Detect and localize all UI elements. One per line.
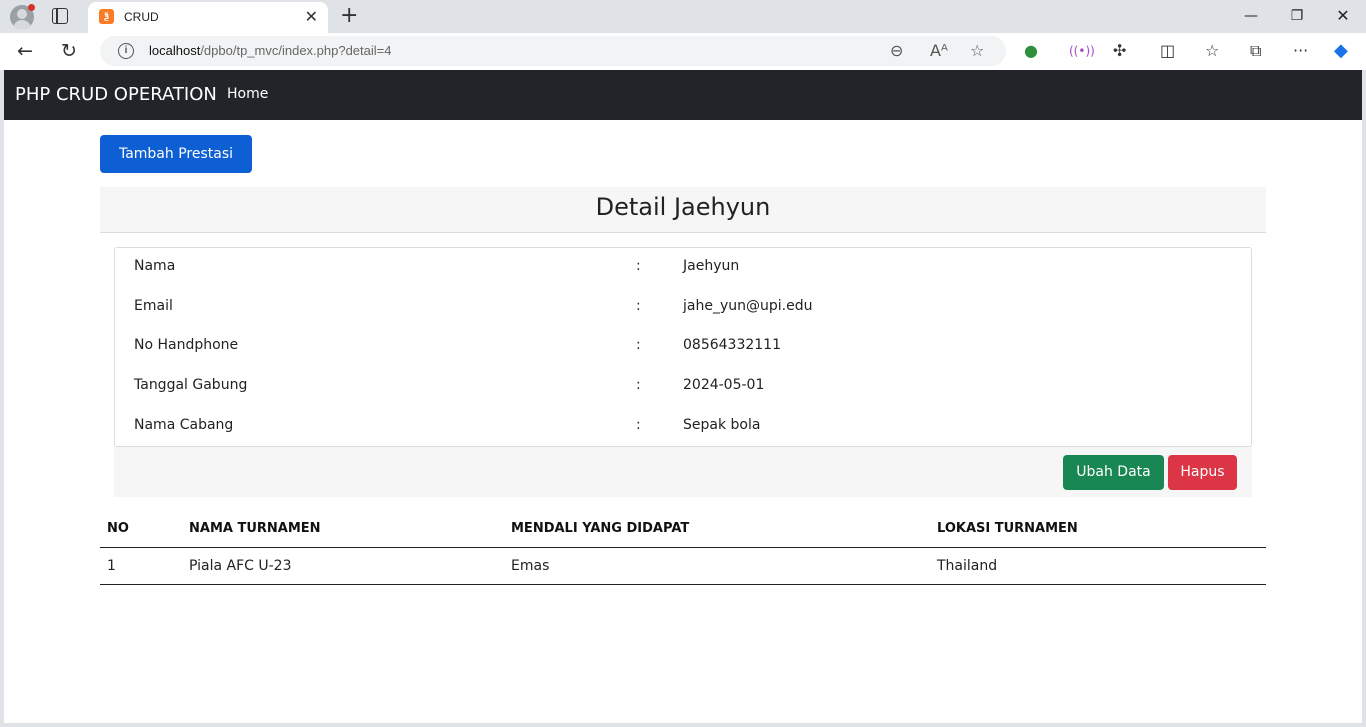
detail-label: No Handphone [134,337,239,353]
favorite-star-icon[interactable]: ☆ [970,40,984,62]
table-cell: Thailand [937,558,998,574]
detail-value: Sepak bola [683,417,761,433]
detail-value: 08564332111 [683,337,781,353]
detail-value: Jaehyun [683,258,740,274]
table-header-row: NO NAMA TURNAMEN MENDALI YANG DIDAPAT LO… [100,511,1266,548]
favorites-icon[interactable]: ☆ [1205,41,1219,61]
table-row: 1 Piala AFC U-23 Emas Thailand [100,548,1266,585]
back-icon[interactable]: ← [17,39,33,63]
detail-separator: : [636,258,641,274]
edit-data-button[interactable]: Ubah Data [1063,455,1164,490]
browser-tabstrip: ѯ CRUD ✕ + — ❐ ✕ [0,0,1366,33]
window-close-icon[interactable]: ✕ [1320,4,1366,28]
delete-button[interactable]: Hapus [1168,455,1237,490]
detail-value: 2024-05-01 [683,377,765,393]
address-bar[interactable]: i localhost/dpbo/tp_mvc/index.php?detail… [100,36,1006,66]
table-cell: 1 [107,558,116,574]
detail-value: jahe_yun@upi.edu [683,298,813,314]
column-header-medal: MENDALI YANG DIDAPAT [511,521,690,536]
detail-row-join-date: Tanggal Gabung : 2024-05-01 [115,367,1251,407]
extension-broadcast-icon[interactable]: ((•)) [1069,41,1095,61]
navbar-brand[interactable]: PHP CRUD OPERATION [15,84,217,105]
detail-card-header: Detail Jaehyun [100,187,1266,233]
table-cell: Piala AFC U-23 [189,558,292,574]
detail-label: Nama [134,258,176,274]
column-header-tournament: NAMA TURNAMEN [189,521,321,536]
zoom-out-icon[interactable]: ⊖ [890,40,903,62]
restore-icon[interactable]: ❐ [1274,4,1320,28]
page-viewport: PHP CRUD OPERATION Home Tambah Prestasi … [4,70,1362,723]
detail-separator: : [636,298,641,314]
nav-home-link[interactable]: Home [227,86,268,102]
xampp-favicon-icon: ѯ [99,9,114,24]
detail-separator: : [636,417,641,433]
table-cell: Emas [511,558,550,574]
detail-row-email: Email : jahe_yun@upi.edu [115,288,1251,328]
tab-actions-icon[interactable] [52,8,68,24]
page-title: Detail Jaehyun [595,193,771,221]
reload-icon[interactable]: ↻ [61,39,77,63]
split-screen-icon[interactable]: ◫ [1160,41,1175,61]
new-tab-icon[interactable]: + [340,3,358,29]
add-achievement-button[interactable]: Tambah Prestasi [100,135,252,173]
site-info-icon[interactable]: i [118,43,134,59]
copilot-icon[interactable]: ◆ [1334,41,1348,61]
detail-list: Nama : Jaehyun Email : jahe_yun@upi.edu … [114,247,1252,447]
tab-close-icon[interactable]: ✕ [305,7,318,27]
read-aloud-icon[interactable]: Aᴬ [930,40,948,62]
url-path: /dpbo/tp_mvc/index.php?detail=4 [200,43,392,58]
extension-globe-icon[interactable]: ● [1024,41,1038,61]
detail-row-phone: No Handphone : 08564332111 [115,327,1251,367]
collections-icon[interactable]: ⧉ [1250,41,1261,61]
navbar: PHP CRUD OPERATION Home [4,70,1362,120]
more-menu-icon[interactable]: ··· [1293,41,1308,61]
detail-row-nama: Nama : Jaehyun [115,248,1251,288]
tab-title: CRUD [124,10,159,24]
detail-separator: : [636,377,641,393]
url-host: localhost [149,43,201,58]
browser-toolbar: ← ↻ i localhost/dpbo/tp_mvc/index.php?de… [0,33,1366,70]
detail-label: Email [134,298,173,314]
url-text[interactable]: localhost/dpbo/tp_mvc/index.php?detail=4 [149,43,391,58]
detail-label: Nama Cabang [134,417,234,433]
column-header-location: LOKASI TURNAMEN [937,521,1078,536]
achievement-table: NO NAMA TURNAMEN MENDALI YANG DIDAPAT LO… [100,511,1266,585]
column-header-no: NO [107,521,129,536]
detail-row-branch: Nama Cabang : Sepak bola [115,407,1251,447]
minimize-icon[interactable]: — [1228,4,1274,28]
browser-tab[interactable]: ѯ CRUD ✕ [88,2,328,33]
detail-separator: : [636,337,641,353]
detail-label: Tanggal Gabung [134,377,248,393]
extensions-puzzle-icon[interactable]: ✣ [1113,41,1126,61]
profile-notification-dot [28,4,35,11]
